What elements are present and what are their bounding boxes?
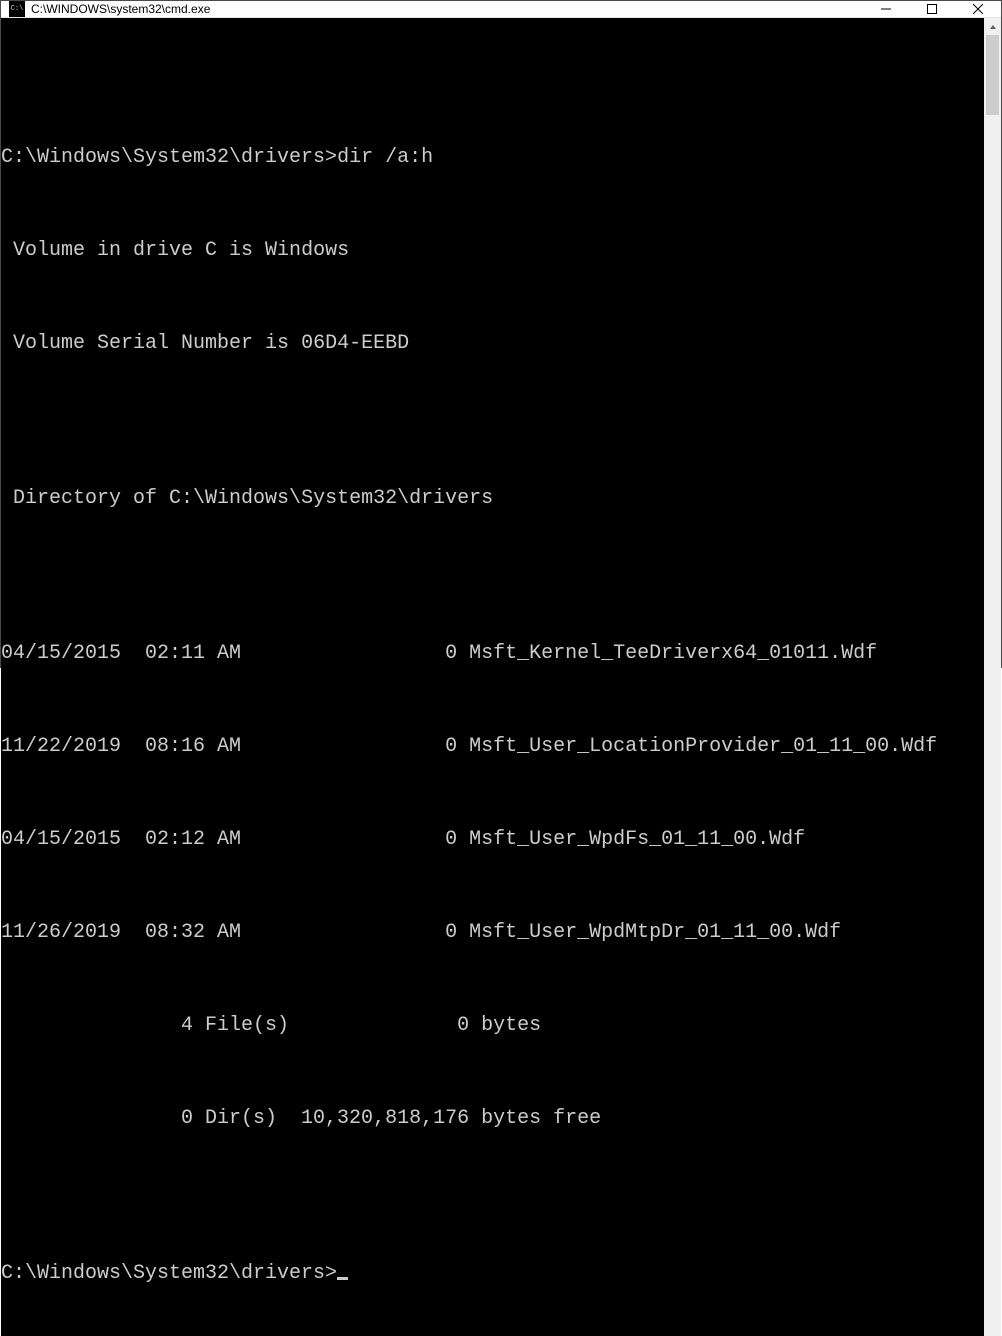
terminal-line: Directory of C:\Windows\System32\drivers (1, 483, 984, 514)
file-entry: 11/22/2019 08:16 AM 0 Msft_User_Location… (1, 731, 984, 762)
vertical-scrollbar[interactable] (984, 18, 1001, 1336)
scroll-down-button[interactable] (984, 1334, 1001, 1336)
summary-dirs: 0 Dir(s) 10,320,818,176 bytes free (1, 1103, 984, 1134)
terminal-line: Volume Serial Number is 06D4-EEBD (1, 328, 984, 359)
terminal[interactable]: C:\Windows\System32\drivers>dir /a:h Vol… (1, 18, 984, 1336)
close-button[interactable] (955, 1, 1001, 17)
maximize-button[interactable] (909, 1, 955, 17)
file-entry: 04/15/2015 02:12 AM 0 Msft_User_WpdFs_01… (1, 824, 984, 855)
cmd-window: C:\ C:\WINDOWS\system32\cmd.exe C:\Windo… (0, 0, 1002, 668)
minimize-button[interactable] (863, 1, 909, 17)
terminal-line: Volume in drive C is Windows (1, 235, 984, 266)
scrollbar-thumb[interactable] (986, 35, 999, 115)
terminal-line: C:\Windows\System32\drivers>dir /a:h (1, 142, 984, 173)
titlebar[interactable]: C:\ C:\WINDOWS\system32\cmd.exe (1, 1, 1001, 18)
terminal-line: C:\Windows\System32\drivers> (1, 1258, 984, 1289)
file-entry: 04/15/2015 02:11 AM 0 Msft_Kernel_TeeDri… (1, 638, 984, 669)
prompt: C:\Windows\System32\drivers> (1, 1262, 337, 1285)
cursor (337, 1277, 348, 1280)
window-controls (863, 1, 1001, 17)
cmd-icon: C:\ (9, 1, 25, 17)
summary-files: 4 File(s) 0 bytes (1, 1010, 984, 1041)
command: dir /a:h (337, 146, 433, 169)
content-area: C:\Windows\System32\drivers>dir /a:h Vol… (1, 18, 1001, 1336)
scroll-up-button[interactable] (984, 18, 1001, 35)
prompt: C:\Windows\System32\drivers> (1, 146, 337, 169)
window-title: C:\WINDOWS\system32\cmd.exe (31, 2, 210, 16)
file-entry: 11/26/2019 08:32 AM 0 Msft_User_WpdMtpDr… (1, 917, 984, 948)
